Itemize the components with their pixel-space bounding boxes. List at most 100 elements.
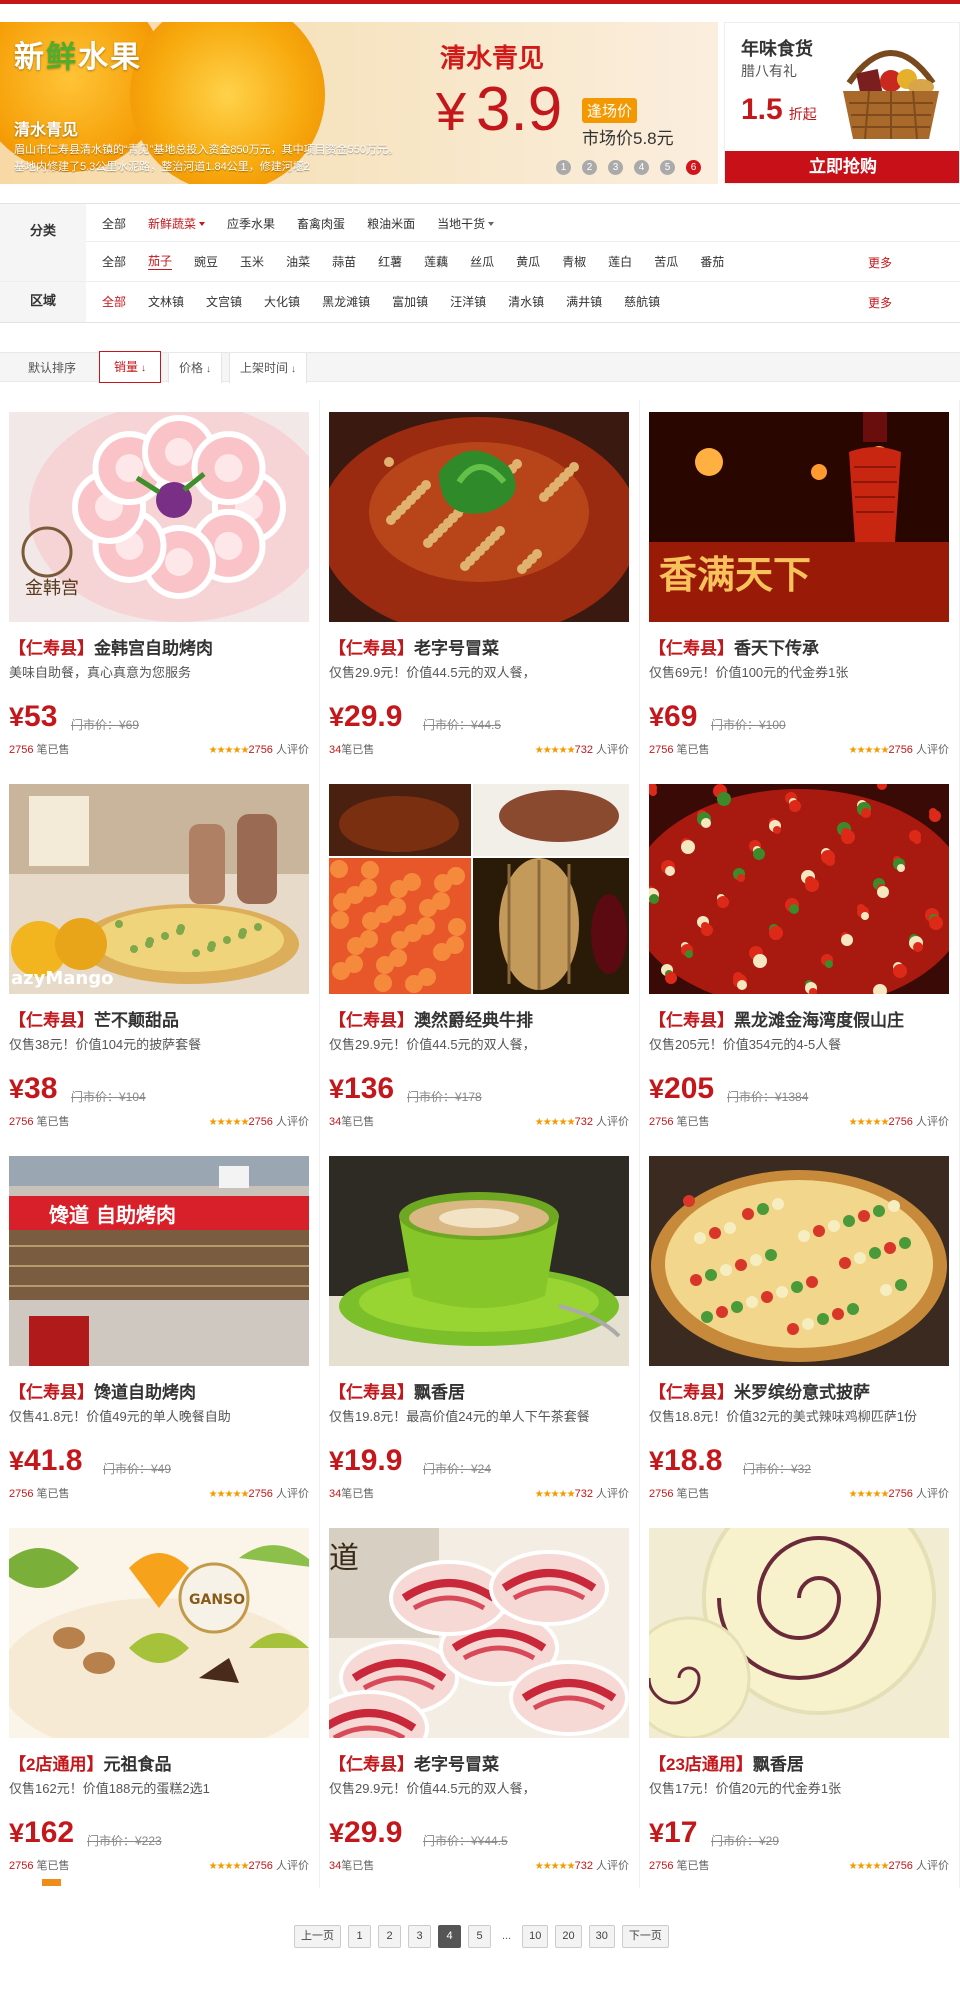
hero-banner[interactable]: 新鲜水果 清水青见 眉山市仁寿县清水镇的“青见”基地总投入资金850万元，其中项… <box>0 22 718 184</box>
more-areas-link[interactable]: 更多 <box>868 294 892 311</box>
sort-by-new[interactable]: 上架时间 ↓ <box>229 353 308 383</box>
product-card[interactable]: 道【仁寿县】老字号冒菜 仅售29.9元！价值44.5元的双人餐， ¥29.9 门市价：… <box>320 1516 640 1888</box>
carousel-dot[interactable]: 5 <box>660 160 675 175</box>
area-option[interactable]: 富加镇 <box>392 293 428 310</box>
area-option[interactable]: 慈航镇 <box>624 293 660 310</box>
area-option[interactable]: 全部 <box>102 293 126 310</box>
product-card[interactable]: azyMango 【仁寿县】芒不颠甜品 仅售38元！价值104元的披萨套餐 ¥38 门市… <box>0 772 320 1144</box>
page-button[interactable]: 3 <box>408 1925 431 1948</box>
category-option[interactable]: 新鲜蔬菜 <box>148 215 206 232</box>
product-image[interactable]: 馋道 自助烤肉 <box>9 1156 309 1366</box>
product-image[interactable] <box>329 784 629 994</box>
subcategory-option[interactable]: 蒜苗 <box>332 253 356 270</box>
star-rating-icon: ★★★★★ <box>534 1117 576 1128</box>
product-card[interactable]: GANSO 【2店通用】元祖食品 仅售162元！价值188元的蛋糕2选1 ¥162 门市… <box>0 1516 320 1888</box>
product-image[interactable] <box>649 1156 949 1366</box>
subcategory-option[interactable]: 黄瓜 <box>516 253 540 270</box>
product-title[interactable]: 【仁寿县】飘香居 <box>329 1378 465 1403</box>
area-option[interactable]: 大化镇 <box>264 293 300 310</box>
category-option[interactable]: 应季水果 <box>227 215 275 232</box>
carousel-dot[interactable]: 4 <box>634 160 649 175</box>
product-image[interactable] <box>649 1528 949 1738</box>
next-page-button[interactable]: 下一页 <box>621 1925 669 1948</box>
product-card[interactable]: 【仁寿县】飘香居 仅售19.8元！最高价值24元的单人下午茶套餐 ¥19.9 门市价：… <box>320 1144 640 1516</box>
product-card[interactable]: 【23店通用】飘香居 仅售17元！价值20元的代金券1张 ¥17 门市价：¥29 275… <box>640 1516 960 1888</box>
subcategory-option[interactable]: 豌豆 <box>194 253 218 270</box>
product-card[interactable]: 【仁寿县】澳然爵经典牛排 仅售29.9元！价值44.5元的双人餐， ¥136 门市价：… <box>320 772 640 1144</box>
page-button[interactable]: 2 <box>378 1925 401 1948</box>
carousel-dot[interactable]: 2 <box>582 160 597 175</box>
subcategory-option[interactable]: 丝瓜 <box>470 253 494 270</box>
page-button[interactable]: 1 <box>348 1925 371 1948</box>
product-card[interactable]: 【仁寿县】米罗缤纷意式披萨 仅售18.8元！价值32元的美式辣味鸡柳匹萨1份 ¥18… <box>640 1144 960 1516</box>
subcategory-option[interactable]: 全部 <box>102 253 126 270</box>
side-promo-ad[interactable]: 年味食货 腊八有礼 1.5 折起 立即抢购 <box>724 22 960 184</box>
product-description: 仅售162元！价值188元的蛋糕2选1 <box>9 1781 210 1796</box>
page-button[interactable]: 10 <box>522 1925 549 1948</box>
product-image[interactable] <box>329 1156 629 1366</box>
subcategory-option[interactable]: 红薯 <box>378 253 402 270</box>
product-title[interactable]: 【仁寿县】黑龙滩金海湾度假山庄 <box>649 1006 904 1031</box>
product-image[interactable]: azyMango <box>9 784 309 994</box>
subcategory-option[interactable]: 茄子 <box>148 252 173 270</box>
product-description: 仅售29.9元！价值44.5元的双人餐， <box>329 665 536 680</box>
subcategory-option[interactable]: 油菜 <box>286 253 310 270</box>
sold-count: 2756 笔已售 <box>649 1488 710 1500</box>
category-option[interactable]: 当地干货 <box>437 215 495 232</box>
product-image[interactable] <box>649 784 949 994</box>
product-title[interactable]: 【23店通用】飘香居 <box>649 1750 804 1775</box>
sort-default[interactable]: 默认排序 <box>28 353 76 383</box>
area-option[interactable]: 满井镇 <box>566 293 602 310</box>
product-card[interactable]: 香满天下 【仁寿县】香天下传承 仅售69元！价值100元的代金券1张 ¥69 门市价：¥… <box>640 400 960 772</box>
area-option[interactable]: 清水镇 <box>508 293 544 310</box>
subcategory-option[interactable]: 苦瓜 <box>654 253 678 270</box>
product-title[interactable]: 【仁寿县】金韩宫自助烤肉 <box>9 634 213 659</box>
product-image[interactable]: 香满天下 <box>649 412 949 622</box>
prev-page-button[interactable]: 上一页 <box>294 1925 341 1948</box>
sort-by-sales[interactable]: 销量 ↓ <box>99 351 162 383</box>
sort-by-price[interactable]: 价格 ↓ <box>168 353 223 383</box>
product-title[interactable]: 【仁寿县】老字号冒菜 <box>329 1750 499 1775</box>
page-button[interactable]: 4 <box>438 1925 461 1948</box>
category-option[interactable]: 畜禽肉蛋 <box>297 215 345 232</box>
product-card[interactable]: 金韩宫 【仁寿县】金韩宫自助烤肉 美味自助餐，真心真意为您服务 ¥53 门市价：¥69 2… <box>0 400 320 772</box>
product-card[interactable]: 馋道 自助烤肉 【仁寿县】馋道自助烤肉 仅售41.8元！价值49元的单人晚餐自助 ¥4… <box>0 1144 320 1516</box>
gift-basket-icon <box>843 50 939 140</box>
product-card[interactable]: 【仁寿县】老字号冒菜 仅售29.9元！价值44.5元的双人餐， ¥29.9 门市价：¥… <box>320 400 640 772</box>
product-title[interactable]: 【仁寿县】芒不颠甜品 <box>9 1006 179 1031</box>
area-option[interactable]: 文林镇 <box>148 293 184 310</box>
product-image[interactable]: 金韩宫 <box>9 412 309 622</box>
original-price: 门市价：¥69 <box>71 718 140 732</box>
sold-count: 2756 笔已售 <box>9 1488 70 1500</box>
page-button[interactable]: 30 <box>588 1925 615 1948</box>
product-image[interactable] <box>329 412 629 622</box>
product-title[interactable]: 【仁寿县】米罗缤纷意式披萨 <box>649 1378 870 1403</box>
product-title[interactable]: 【2店通用】元祖食品 <box>9 1750 171 1775</box>
product-title[interactable]: 【仁寿县】老字号冒菜 <box>329 634 499 659</box>
carousel-dot[interactable]: 3 <box>608 160 623 175</box>
buy-now-button[interactable]: 立即抢购 <box>725 151 959 183</box>
area-option[interactable]: 文宫镇 <box>206 293 242 310</box>
subcategory-option[interactable]: 莲白 <box>608 253 632 270</box>
product-price: ¥38 <box>9 1072 58 1105</box>
more-subcategories-link[interactable]: 更多 <box>868 254 892 271</box>
carousel-dot[interactable]: 6 <box>686 160 701 175</box>
product-title[interactable]: 【仁寿县】馋道自助烤肉 <box>9 1378 196 1403</box>
carousel-dots[interactable]: 123456 <box>556 160 701 175</box>
page-button[interactable]: 5 <box>468 1925 491 1948</box>
product-title[interactable]: 【仁寿县】香天下传承 <box>649 634 819 659</box>
subcategory-option[interactable]: 番茄 <box>700 253 724 270</box>
area-option[interactable]: 黑龙滩镇 <box>322 293 370 310</box>
category-option[interactable]: 全部 <box>102 215 126 232</box>
carousel-dot[interactable]: 1 <box>556 160 571 175</box>
product-card[interactable]: 【仁寿县】黑龙滩金海湾度假山庄 仅售205元！价值354元的4-5人餐 ¥205 门市… <box>640 772 960 1144</box>
subcategory-option[interactable]: 青椒 <box>562 253 586 270</box>
product-image[interactable]: GANSO <box>9 1528 309 1738</box>
page-button[interactable]: 20 <box>555 1925 582 1948</box>
subcategory-option[interactable]: 莲藕 <box>424 253 448 270</box>
product-title[interactable]: 【仁寿县】澳然爵经典牛排 <box>329 1006 533 1031</box>
subcategory-option[interactable]: 玉米 <box>240 253 264 270</box>
area-option[interactable]: 汪洋镇 <box>450 293 486 310</box>
product-image[interactable]: 道 <box>329 1528 629 1738</box>
category-option[interactable]: 粮油米面 <box>367 215 415 232</box>
